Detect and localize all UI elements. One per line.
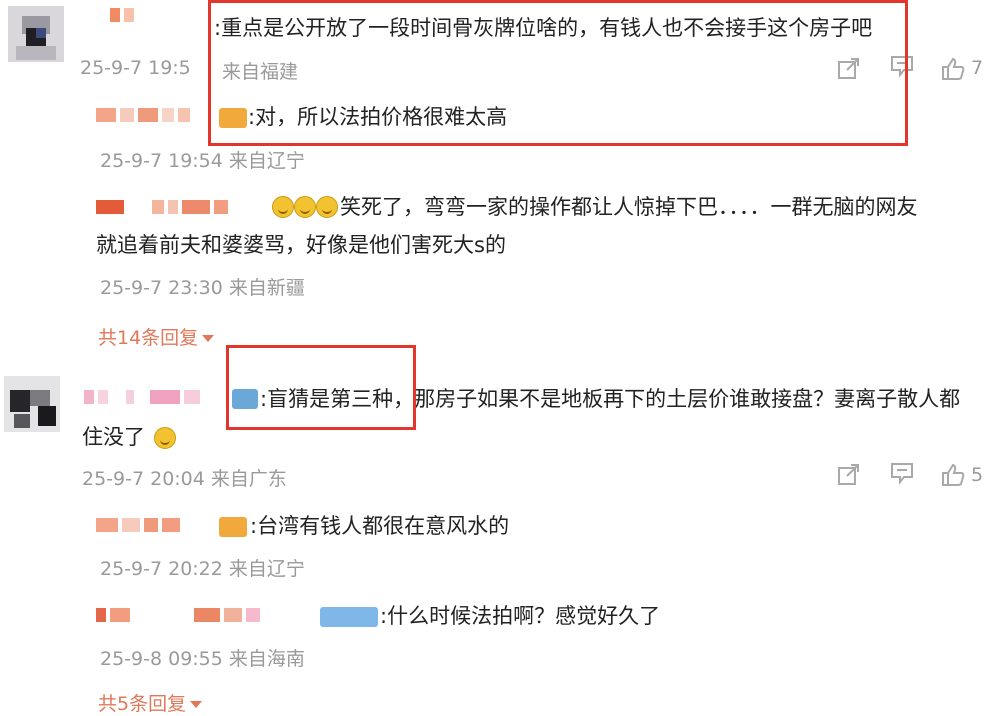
view-more-replies-link[interactable]: 共5条回复 xyxy=(98,689,203,716)
comment-time: 25-9-7 19:5 xyxy=(80,57,191,79)
level-badge xyxy=(320,607,378,627)
username-masked[interactable] xyxy=(96,200,228,214)
comment-icon[interactable] xyxy=(889,460,915,486)
chevron-down-icon xyxy=(190,701,203,708)
laugh-emoji-icon xyxy=(154,427,176,449)
avatar[interactable] xyxy=(4,376,60,432)
reply-text: :什么时候法拍啊？感觉好久了 xyxy=(380,604,661,628)
laugh-emoji-icon xyxy=(294,196,316,218)
view-more-replies-link[interactable]: 共14条回复 xyxy=(98,323,215,350)
reply-text: :台湾有钱人都很在意风水的 xyxy=(250,514,510,538)
like-icon[interactable] xyxy=(940,56,966,82)
highlight-box xyxy=(208,0,908,146)
reply-meta: 25-9-7 23:30 来自新疆 xyxy=(100,277,305,299)
laugh-emoji-icon xyxy=(272,196,294,218)
username-masked[interactable] xyxy=(96,518,180,532)
username-masked[interactable] xyxy=(96,608,260,622)
username-masked[interactable] xyxy=(110,8,134,22)
reply-meta: 25-9-7 19:54 来自辽宁 xyxy=(100,150,305,172)
like-count: 5 xyxy=(971,464,984,486)
chevron-down-icon xyxy=(202,335,215,342)
laugh-emoji-icon xyxy=(316,196,338,218)
reply-text: 笑死了，弯弯一家的操作都让人惊掉下巴．．．．一群无脑的网友 xyxy=(340,195,918,219)
reply-meta: 25-9-7 20:22 来自辽宁 xyxy=(100,558,305,580)
reply-text-continued: 就追着前夫和婆婆骂，好像是他们害死大s的 xyxy=(96,233,506,257)
share-icon[interactable] xyxy=(836,462,862,488)
username-masked[interactable] xyxy=(84,390,200,404)
avatar[interactable] xyxy=(8,6,64,62)
username-masked[interactable] xyxy=(96,108,190,122)
like-count: 7 xyxy=(971,57,984,79)
comment-meta: 25-9-7 20:04 来自广东 xyxy=(82,468,287,490)
fan-badge xyxy=(219,517,247,537)
comment-text-continued: 住没了 xyxy=(82,425,145,449)
like-icon[interactable] xyxy=(940,462,966,488)
highlight-box xyxy=(226,345,416,430)
reply-meta: 25-9-8 09:55 来自海南 xyxy=(100,648,305,670)
